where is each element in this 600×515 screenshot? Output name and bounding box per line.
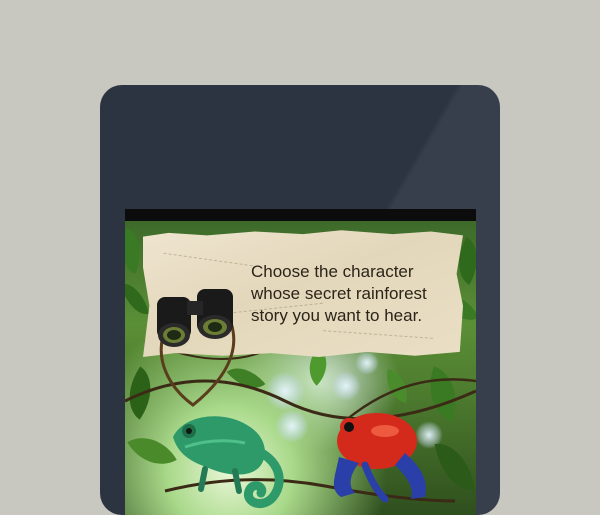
app-screen: Choose the character whose secret rainfo… [125,209,476,515]
map-line [163,252,253,267]
instruction-text: Choose the character whose secret rainfo… [251,262,427,325]
chameleon-icon[interactable] [165,407,295,515]
frog-icon[interactable] [325,401,435,511]
binoculars-icon [157,289,236,407]
map-line [323,330,433,339]
rainforest-background: Choose the character whose secret rainfo… [125,221,476,515]
tablet-device-frame: Choose the character whose secret rainfo… [100,85,500,515]
